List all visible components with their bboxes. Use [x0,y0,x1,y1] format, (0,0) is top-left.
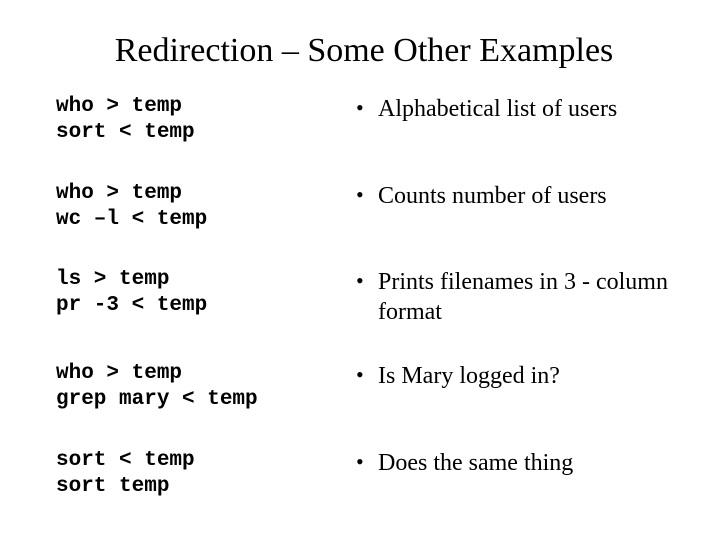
example-row: sort < temp sort temp • Does the same th… [56,448,672,501]
bullet-icon: • [356,361,378,389]
bullet-icon: • [356,448,378,476]
command-text: ls > temp pr -3 < temp [56,267,356,320]
description-text: Is Mary logged in? [378,361,672,391]
example-row: who > temp sort < temp • Alphabetical li… [56,94,672,147]
description: • Is Mary logged in? [356,361,672,391]
command-text: who > temp sort < temp [56,94,356,147]
slide-title: Redirection – Some Other Examples [56,32,672,70]
bullet-icon: • [356,181,378,209]
command-text: sort < temp sort temp [56,448,356,501]
command-text: who > temp wc –l < temp [56,181,356,234]
description-text: Counts number of users [378,181,672,211]
bullet-icon: • [356,94,378,122]
bullet-icon: • [356,267,378,295]
description-text: Does the same thing [378,448,672,478]
example-row: ls > temp pr -3 < temp • Prints filename… [56,267,672,327]
description: • Does the same thing [356,448,672,478]
description-text: Prints filenames in 3 - column format [378,267,672,327]
slide: Redirection – Some Other Examples who > … [0,0,720,540]
description-text: Alphabetical list of users [378,94,672,124]
command-text: who > temp grep mary < temp [56,361,356,414]
description: • Alphabetical list of users [356,94,672,124]
description: • Prints filenames in 3 - column format [356,267,672,327]
description: • Counts number of users [356,181,672,211]
example-row: who > temp wc –l < temp • Counts number … [56,181,672,234]
example-row: who > temp grep mary < temp • Is Mary lo… [56,361,672,414]
content-rows: who > temp sort < temp • Alphabetical li… [56,94,672,500]
